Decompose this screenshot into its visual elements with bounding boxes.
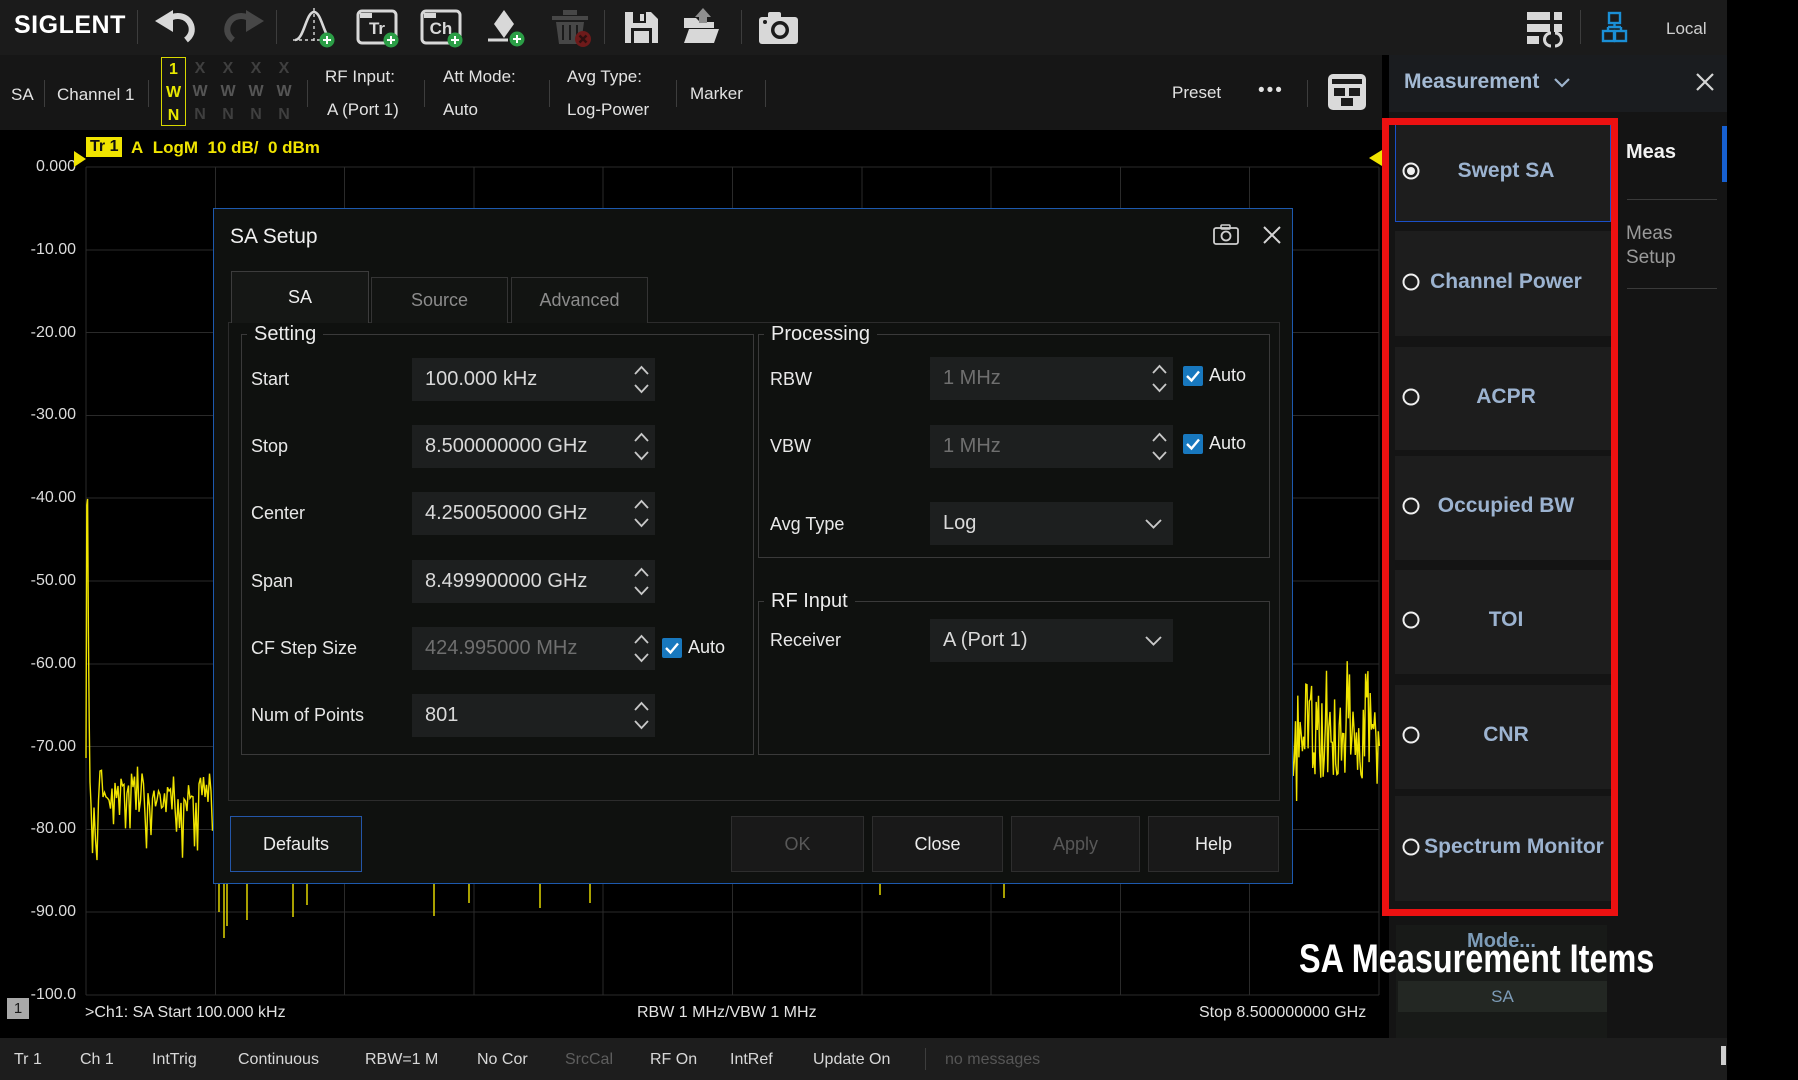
- svg-text:Tr: Tr: [369, 19, 385, 38]
- svg-text:Ch: Ch: [430, 19, 453, 38]
